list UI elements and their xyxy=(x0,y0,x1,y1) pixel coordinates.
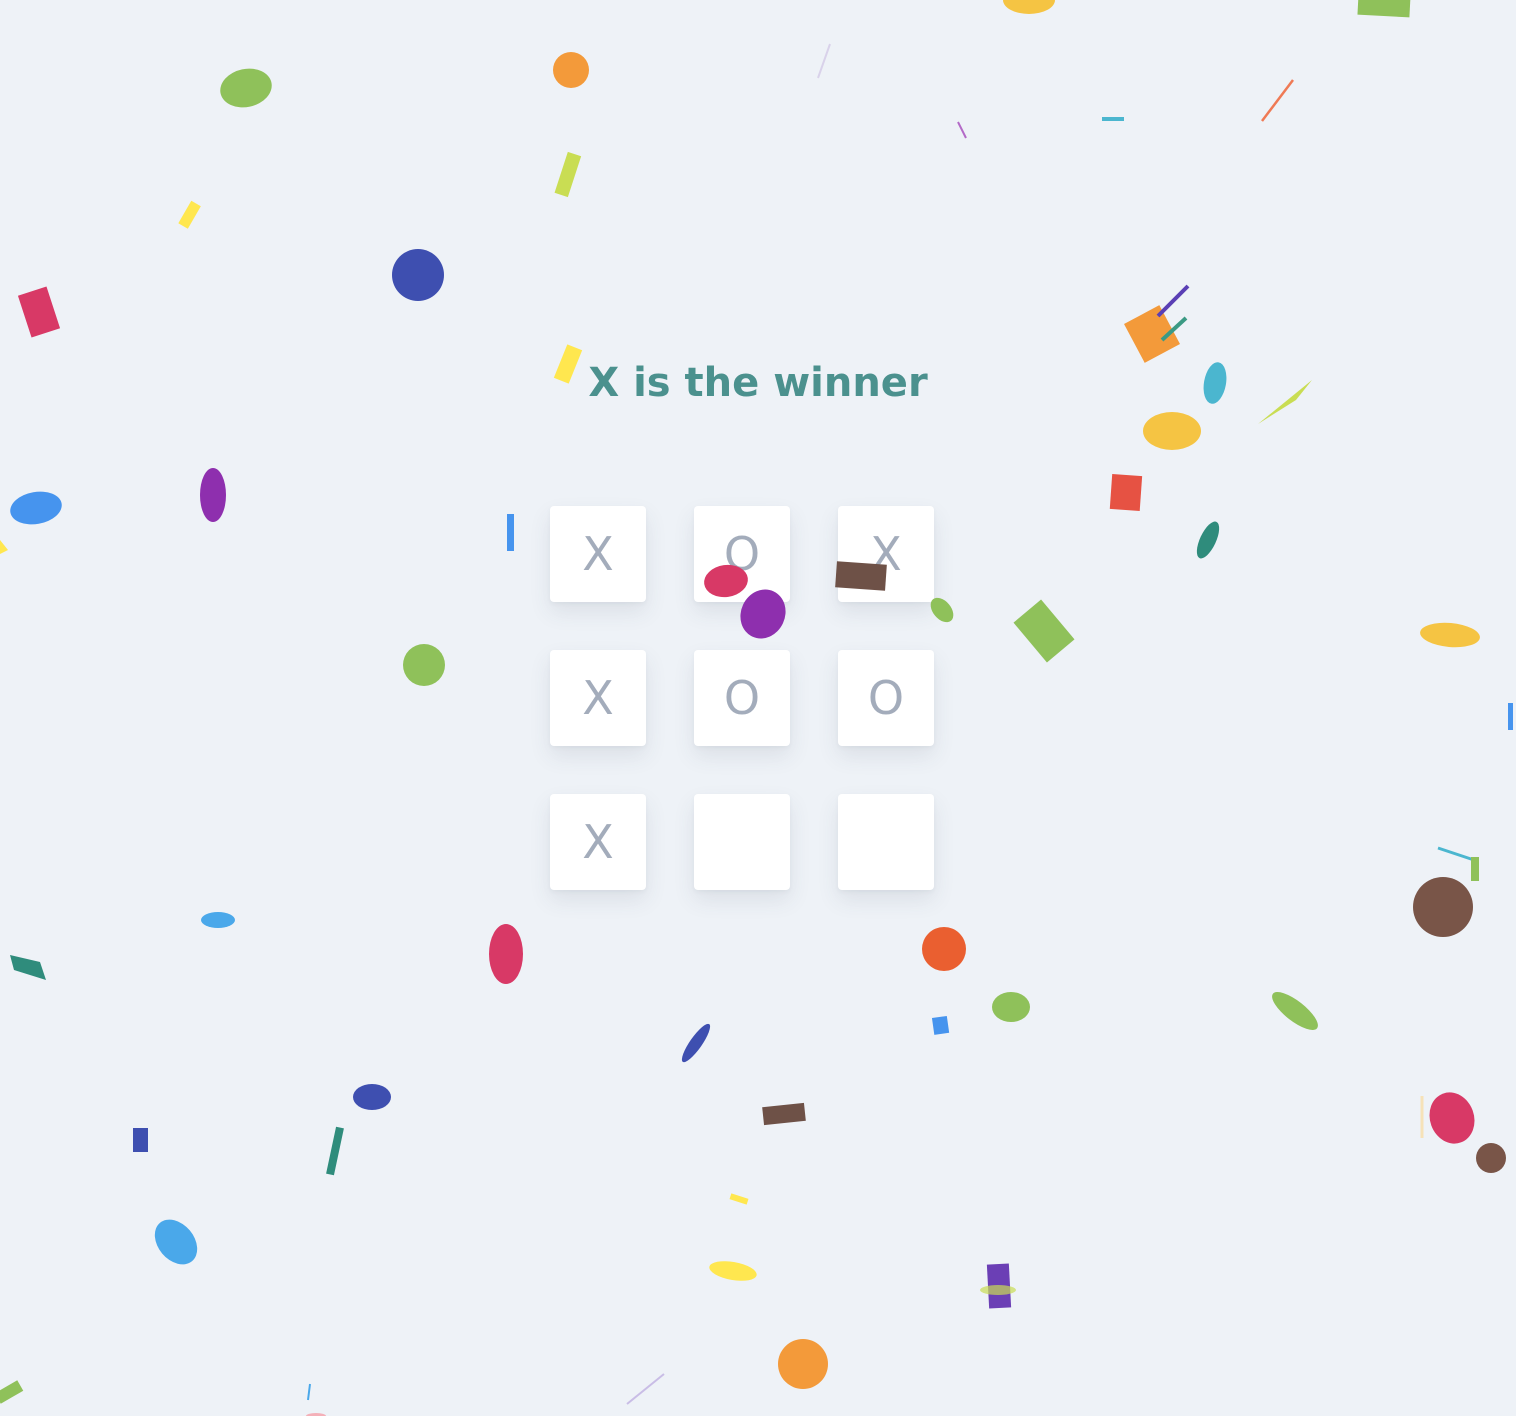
confetti-piece xyxy=(201,912,235,928)
confetti-piece xyxy=(992,992,1030,1022)
confetti-piece xyxy=(1261,79,1294,122)
board-cell-4[interactable]: X xyxy=(550,650,646,746)
confetti-piece xyxy=(1420,622,1480,648)
confetti-piece xyxy=(1413,877,1473,937)
confetti-piece xyxy=(0,540,8,554)
confetti-piece xyxy=(1476,1143,1506,1173)
game-screen: X is the winner X O X X O O X xyxy=(0,0,1516,1416)
board-cell-6[interactable]: O xyxy=(838,650,934,746)
confetti-piece xyxy=(507,514,514,551)
board-cell-3[interactable]: X xyxy=(838,506,934,602)
confetti-piece xyxy=(1013,599,1075,663)
winner-status: X is the winner xyxy=(588,360,928,406)
board-cell-1[interactable]: X xyxy=(550,506,646,602)
confetti-piece xyxy=(1196,521,1220,559)
confetti-piece xyxy=(326,1126,344,1176)
confetti-piece xyxy=(729,1193,749,1205)
confetti-piece xyxy=(133,1128,148,1152)
confetti-piece xyxy=(1357,0,1411,18)
confetti-piece xyxy=(0,1380,24,1404)
confetti-piece xyxy=(178,200,201,229)
confetti-piece xyxy=(1003,0,1055,14)
confetti-piece xyxy=(1102,117,1124,121)
board-cell-2[interactable]: O xyxy=(694,506,790,602)
confetti-piece xyxy=(154,1219,198,1265)
confetti-piece xyxy=(1429,1092,1475,1144)
confetti-piece xyxy=(709,1261,757,1281)
confetti-piece xyxy=(10,491,62,525)
confetti-piece xyxy=(1160,316,1188,342)
confetti-piece xyxy=(10,955,46,980)
confetti-piece xyxy=(980,1285,1016,1295)
confetti-piece xyxy=(489,924,523,984)
board-cell-5[interactable]: O xyxy=(694,650,790,746)
confetti-piece xyxy=(220,68,272,108)
confetti-piece xyxy=(1471,857,1479,881)
confetti-piece xyxy=(1508,703,1513,730)
confetti-piece xyxy=(762,1102,806,1126)
confetti-piece xyxy=(353,1084,391,1110)
board-cell-8[interactable] xyxy=(694,794,790,890)
confetti-piece xyxy=(554,151,582,198)
board-cell-7[interactable]: X xyxy=(550,794,646,890)
confetti-piece xyxy=(307,1383,311,1401)
confetti-piece xyxy=(922,927,966,971)
confetti-piece xyxy=(392,249,444,301)
confetti-piece xyxy=(1156,284,1190,318)
confetti-piece xyxy=(200,468,226,522)
confetti-piece xyxy=(1109,473,1143,512)
confetti-piece xyxy=(1143,412,1201,450)
confetti-piece xyxy=(403,644,445,686)
confetti-piece xyxy=(957,121,967,139)
confetti-piece xyxy=(986,1263,1012,1309)
game-board: X O X X O O X xyxy=(550,506,934,890)
confetti-piece xyxy=(1437,846,1475,862)
confetti-piece xyxy=(17,286,61,338)
confetti-piece xyxy=(1124,305,1180,363)
confetti-piece xyxy=(681,1023,711,1063)
confetti-piece xyxy=(553,52,589,88)
confetti-piece xyxy=(817,43,831,79)
confetti-piece xyxy=(778,1339,828,1389)
confetti-piece xyxy=(931,1015,950,1035)
confetti-piece xyxy=(1272,992,1318,1030)
board-cell-9[interactable] xyxy=(838,794,934,890)
confetti-piece xyxy=(626,1373,665,1405)
